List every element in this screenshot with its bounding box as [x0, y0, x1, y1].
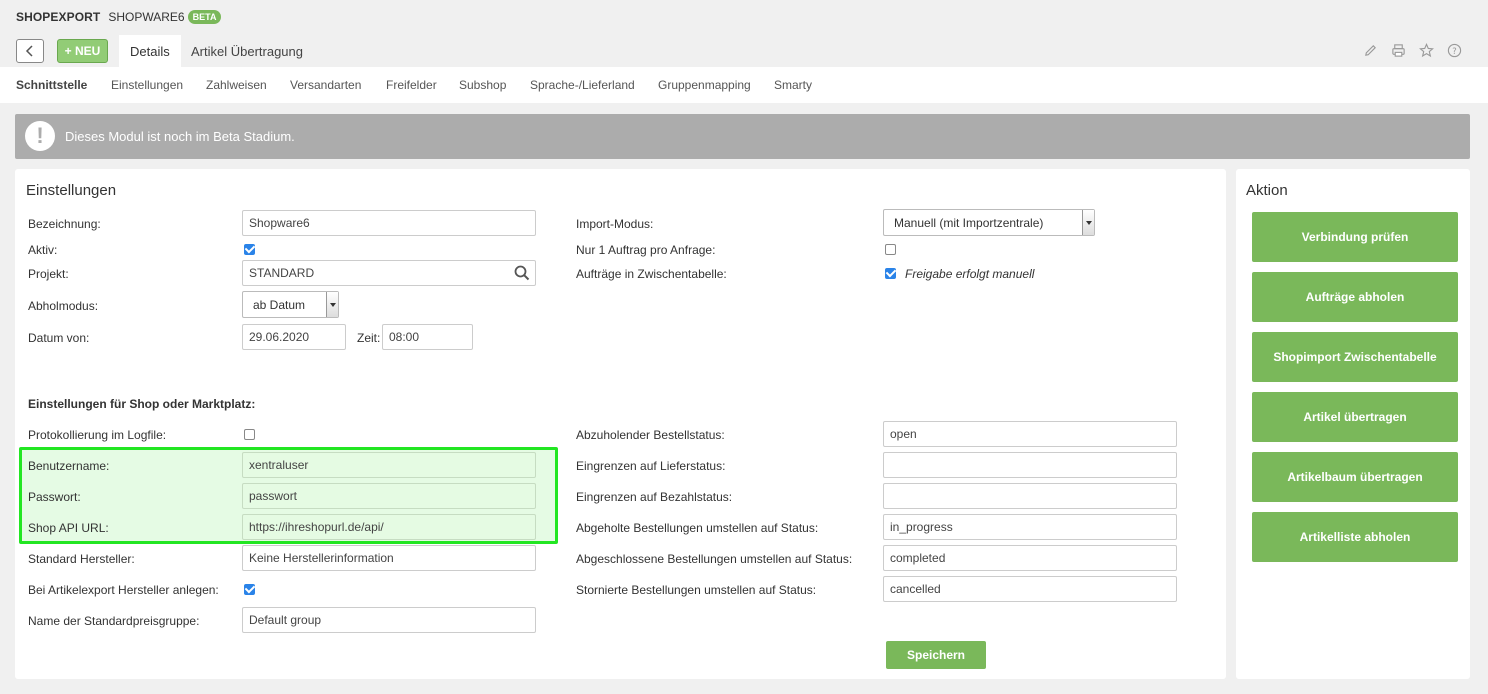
import-modus-value: Manuell (mit Importzentrale): [894, 215, 1044, 230]
abholmodus-value: ab Datum: [253, 297, 306, 312]
import-modus-select[interactable]: Manuell (mit Importzentrale): [883, 209, 1095, 236]
svg-text:?: ?: [1452, 45, 1456, 55]
projekt-label: Projekt:: [28, 267, 69, 281]
abgeholte-input[interactable]: in_progress: [883, 514, 1177, 540]
hersteller-anlegen-label: Bei Artikelexport Hersteller anlegen:: [28, 583, 219, 597]
beta-badge: BETA: [187, 10, 222, 24]
subnav-schnittstelle[interactable]: Schnittstelle: [16, 78, 87, 92]
nur-ein-auftrag-checkbox[interactable]: [885, 244, 896, 255]
action-title: Aktion: [1246, 182, 1288, 199]
artikelliste-abholen-button[interactable]: Artikelliste abholen: [1252, 512, 1458, 562]
lieferstatus-input[interactable]: [883, 452, 1177, 478]
protokollierung-checkbox[interactable]: [244, 429, 255, 440]
hersteller-label: Standard Hersteller:: [28, 552, 135, 566]
abholmodus-select[interactable]: ab Datum: [242, 291, 339, 318]
benutzername-label: Benutzername:: [28, 459, 110, 473]
beta-banner: ! Dieses Modul ist noch im Beta Stadium.: [15, 114, 1470, 159]
help-icon[interactable]: ?: [1446, 42, 1462, 58]
print-icon[interactable]: [1390, 42, 1406, 58]
abgeholte-label: Abgeholte Bestellungen umstellen auf Sta…: [576, 521, 819, 535]
auftraege-abholen-button[interactable]: Aufträge abholen: [1252, 272, 1458, 322]
datum-von-input[interactable]: 29.06.2020: [242, 324, 346, 350]
nur-ein-auftrag-label: Nur 1 Auftrag pro Anfrage:: [576, 243, 716, 257]
zeit-input[interactable]: 08:00: [382, 324, 473, 350]
brand: SHOPEXPORT SHOPWARE6 BETA: [16, 10, 222, 24]
abgeschlossene-input[interactable]: completed: [883, 545, 1177, 571]
hersteller-input[interactable]: Keine Herstellerinformation: [242, 545, 536, 571]
zwischentabelle-label: Aufträge in Zwischentabelle:: [576, 267, 727, 281]
preisgruppe-label: Name der Standardpreisgruppe:: [28, 614, 200, 628]
chevron-down-icon: [1082, 210, 1094, 235]
import-modus-label: Import-Modus:: [576, 217, 654, 231]
bezahlstatus-label: Eingrenzen auf Bezahlstatus:: [576, 490, 733, 504]
subnav-versandarten[interactable]: Versandarten: [290, 78, 361, 92]
subnav-zahlweisen[interactable]: Zahlweisen: [206, 78, 267, 92]
new-button[interactable]: + NEU: [57, 39, 108, 63]
brand-name: SHOPEXPORT: [16, 10, 101, 24]
bestellstatus-input[interactable]: open: [883, 421, 1177, 447]
passwort-input[interactable]: passwort: [242, 483, 536, 509]
projekt-input[interactable]: STANDARD: [242, 260, 536, 286]
aktiv-checkbox[interactable]: [244, 244, 255, 255]
bezahlstatus-input[interactable]: [883, 483, 1177, 509]
bestellstatus-label: Abzuholender Bestellstatus:: [576, 428, 725, 442]
datum-von-label: Datum von:: [28, 331, 90, 345]
protokollierung-label: Protokollierung im Logfile:: [28, 428, 167, 442]
shop-settings-heading: Einstellungen für Shop oder Marktplatz:: [28, 397, 256, 411]
bezeichnung-label: Bezeichnung:: [28, 217, 101, 231]
api-url-input[interactable]: https://ihreshopurl.de/api/: [242, 514, 536, 540]
save-button[interactable]: Speichern: [886, 641, 986, 669]
exclamation-icon: !: [25, 121, 55, 151]
subnav-einstellungen[interactable]: Einstellungen: [111, 78, 183, 92]
subnav-smarty[interactable]: Smarty: [774, 78, 812, 92]
chevron-down-icon: [326, 292, 338, 317]
abgeschlossene-label: Abgeschlossene Bestellungen umstellen au…: [576, 552, 853, 566]
subnav-gruppenmapping[interactable]: Gruppenmapping: [658, 78, 751, 92]
bezeichnung-input[interactable]: Shopware6: [242, 210, 536, 236]
tab-artikel-uebertragung[interactable]: Artikel Übertragung: [180, 35, 314, 67]
toolbar-icons: ?: [1362, 42, 1462, 58]
stornierte-label: Stornierte Bestellungen umstellen auf St…: [576, 583, 817, 597]
artikel-uebertragen-button[interactable]: Artikel übertragen: [1252, 392, 1458, 442]
subnav-freifelder[interactable]: Freifelder: [386, 78, 437, 92]
verbindung-pruefen-button[interactable]: Verbindung prüfen: [1252, 212, 1458, 262]
stornierte-input[interactable]: cancelled: [883, 576, 1177, 602]
chevron-left-icon: [25, 45, 33, 57]
app-name: SHOPWARE6: [108, 10, 185, 24]
beta-banner-text: Dieses Modul ist noch im Beta Stadium.: [65, 129, 295, 144]
star-icon[interactable]: [1418, 42, 1434, 58]
zwischentabelle-note: Freigabe erfolgt manuell: [905, 267, 1035, 281]
passwort-label: Passwort:: [28, 490, 81, 504]
api-url-label: Shop API URL:: [28, 521, 109, 535]
lieferstatus-label: Eingrenzen auf Lieferstatus:: [576, 459, 726, 473]
artikelbaum-uebertragen-button[interactable]: Artikelbaum übertragen: [1252, 452, 1458, 502]
edit-icon[interactable]: [1362, 42, 1378, 58]
abholmodus-label: Abholmodus:: [28, 299, 99, 313]
shopimport-zwischentabelle-button[interactable]: Shopimport Zwischentabelle: [1252, 332, 1458, 382]
aktiv-label: Aktiv:: [28, 243, 58, 257]
zwischentabelle-checkbox[interactable]: [885, 268, 896, 279]
sub-navigation: Schnittstelle Einstellungen Zahlweisen V…: [0, 67, 1488, 103]
hersteller-anlegen-checkbox[interactable]: [244, 584, 255, 595]
top-bar: SHOPEXPORT SHOPWARE6 BETA + NEU Details …: [0, 0, 1488, 67]
preisgruppe-input[interactable]: Default group: [242, 607, 536, 633]
back-button[interactable]: [16, 39, 44, 63]
benutzername-input[interactable]: xentraluser: [242, 452, 536, 478]
subnav-subshop[interactable]: Subshop: [459, 78, 506, 92]
search-icon[interactable]: [514, 265, 530, 281]
subnav-sprache-lieferland[interactable]: Sprache-/Lieferland: [530, 78, 635, 92]
zeit-label: Zeit:: [357, 331, 381, 345]
settings-title: Einstellungen: [26, 182, 117, 199]
tab-details[interactable]: Details: [119, 35, 181, 67]
